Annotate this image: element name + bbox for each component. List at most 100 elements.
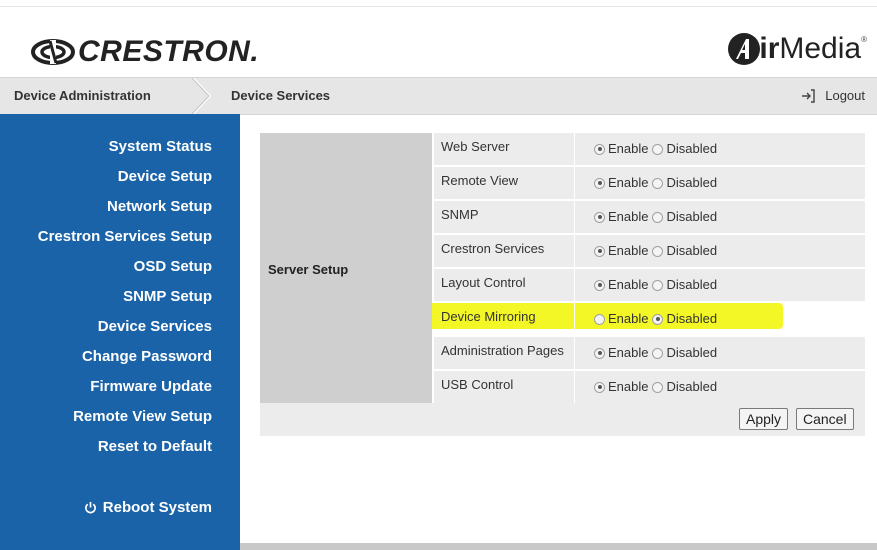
power-icon — [84, 501, 96, 514]
sidebar-item-crestron-services-setup[interactable]: Crestron Services Setup — [38, 228, 212, 245]
enable-radio[interactable] — [594, 381, 605, 393]
reboot-system-label: Reboot System — [102, 499, 212, 516]
disabled-radio[interactable] — [652, 211, 664, 223]
enable-label: Enable — [608, 277, 649, 292]
column-divider — [574, 201, 575, 233]
crestron-logo: CRESTRON. — [30, 35, 259, 69]
sidebar-item-network-setup[interactable]: Network Setup — [107, 198, 212, 215]
disabled-radio[interactable] — [652, 279, 664, 291]
disabled-label: Disabled — [666, 175, 718, 190]
sidebar-item-remote-view-setup[interactable]: Remote View Setup — [73, 408, 212, 425]
disabled-label: Disabled — [666, 277, 718, 292]
setting-name: Web Server — [441, 139, 510, 154]
setting-row: SNMP Enable Disabled — [434, 201, 865, 233]
sidebar-item-osd-setup[interactable]: OSD Setup — [134, 258, 212, 275]
enable-radio[interactable] — [594, 143, 605, 155]
enable-label: Enable — [608, 175, 649, 190]
crestron-logo-text: CRESTRON — [78, 35, 251, 68]
setting-options: Enable Disabled — [594, 133, 721, 165]
header: CRESTRON. ir Media ® — [0, 7, 877, 75]
enable-radio[interactable] — [594, 177, 605, 189]
sidebar-item-snmp-setup[interactable]: SNMP Setup — [123, 288, 212, 305]
setting-options: Enable Disabled — [594, 235, 721, 267]
disabled-label: Disabled — [666, 311, 718, 326]
disabled-label: Disabled — [666, 345, 718, 360]
sidebar-item-device-services[interactable]: Device Services — [98, 318, 212, 335]
form-actions: Apply Cancel — [260, 403, 865, 436]
column-divider — [574, 371, 575, 403]
setting-name: Crestron Services — [441, 241, 545, 256]
setting-row: Remote View Enable Disabled — [434, 167, 865, 199]
breadcrumb-chevron-icon — [192, 78, 212, 114]
section-label-cell: Server Setup — [260, 133, 432, 403]
airmedia-a-icon — [728, 33, 761, 65]
disabled-label: Disabled — [666, 209, 718, 224]
enable-label: Enable — [608, 311, 649, 326]
column-divider — [574, 337, 575, 369]
registered-mark: ® — [861, 34, 867, 44]
setting-name: SNMP — [441, 207, 479, 222]
setting-options: Enable Disabled — [594, 201, 721, 233]
breadcrumb-device-services: Device Services — [231, 88, 331, 103]
disabled-label: Disabled — [666, 141, 718, 156]
setting-name: Layout Control — [441, 275, 526, 290]
server-setup-label: Server Setup — [268, 262, 349, 277]
setting-options: Enable Disabled — [594, 269, 721, 301]
enable-radio[interactable] — [594, 279, 605, 291]
column-divider — [574, 269, 575, 301]
top-border — [0, 0, 877, 7]
enable-label: Enable — [608, 379, 649, 394]
enable-label: Enable — [608, 209, 649, 224]
sidebar-item-device-setup[interactable]: Device Setup — [118, 168, 212, 185]
breadcrumb-device-administration[interactable]: Device Administration — [14, 78, 151, 114]
setting-row: Web Server Enable Disabled — [434, 133, 865, 165]
crestron-swirl-icon — [31, 39, 75, 65]
disabled-radio[interactable] — [652, 347, 664, 359]
setting-options: Enable Disabled — [594, 371, 721, 403]
reboot-system-button[interactable]: Reboot System — [84, 499, 212, 516]
airmedia-logo-bold: ir — [759, 32, 780, 65]
footer-bar — [240, 543, 877, 550]
sidebar-item-system-status[interactable]: System Status — [109, 138, 212, 155]
setting-row: USB Control Enable Disabled — [434, 371, 865, 403]
sidebar-item-change-password[interactable]: Change Password — [82, 348, 212, 365]
airmedia-logo-thin: Media — [779, 32, 862, 65]
disabled-label: Disabled — [666, 379, 718, 394]
column-divider — [574, 133, 575, 165]
setting-row: Administration Pages Enable Disabled — [434, 337, 865, 369]
setting-name: USB Control — [441, 377, 514, 392]
setting-name: Administration Pages — [441, 343, 564, 358]
setting-options: Enable Disabled — [594, 303, 721, 335]
disabled-label: Disabled — [666, 243, 718, 258]
apply-button[interactable]: Apply — [739, 408, 789, 430]
column-divider — [574, 235, 575, 267]
cancel-button[interactable]: Cancel — [796, 408, 854, 430]
setting-name: Device Mirroring — [441, 309, 536, 324]
setting-row: Crestron Services Enable Disabled — [434, 235, 865, 267]
logout-icon — [802, 89, 815, 103]
disabled-radio[interactable] — [652, 381, 664, 393]
enable-label: Enable — [608, 345, 649, 360]
sidebar-item-reset-to-default[interactable]: Reset to Default — [98, 438, 212, 455]
logout-label: Logout — [825, 88, 865, 103]
breadcrumb-bar: Device Administration Device Services Lo… — [0, 77, 877, 115]
disabled-radio[interactable] — [652, 313, 664, 325]
crestron-logo-dot: . — [250, 35, 260, 68]
setting-options: Enable Disabled — [594, 167, 721, 199]
disabled-radio[interactable] — [652, 143, 664, 155]
disabled-radio[interactable] — [652, 245, 664, 257]
setting-row: Device Mirroring Enable Disabled — [434, 303, 865, 335]
column-divider — [574, 303, 575, 335]
setting-name: Remote View — [441, 173, 519, 188]
enable-label: Enable — [608, 243, 649, 258]
setting-row: Layout Control Enable Disabled — [434, 269, 865, 301]
disabled-radio[interactable] — [652, 177, 664, 189]
enable-radio[interactable] — [594, 313, 605, 325]
logout-button[interactable]: Logout — [801, 78, 865, 114]
sidebar-item-firmware-update[interactable]: Firmware Update — [90, 378, 212, 395]
enable-radio[interactable] — [594, 211, 605, 223]
enable-radio[interactable] — [594, 245, 605, 257]
enable-radio[interactable] — [594, 347, 605, 359]
setting-options: Enable Disabled — [594, 337, 721, 369]
enable-label: Enable — [608, 141, 649, 156]
